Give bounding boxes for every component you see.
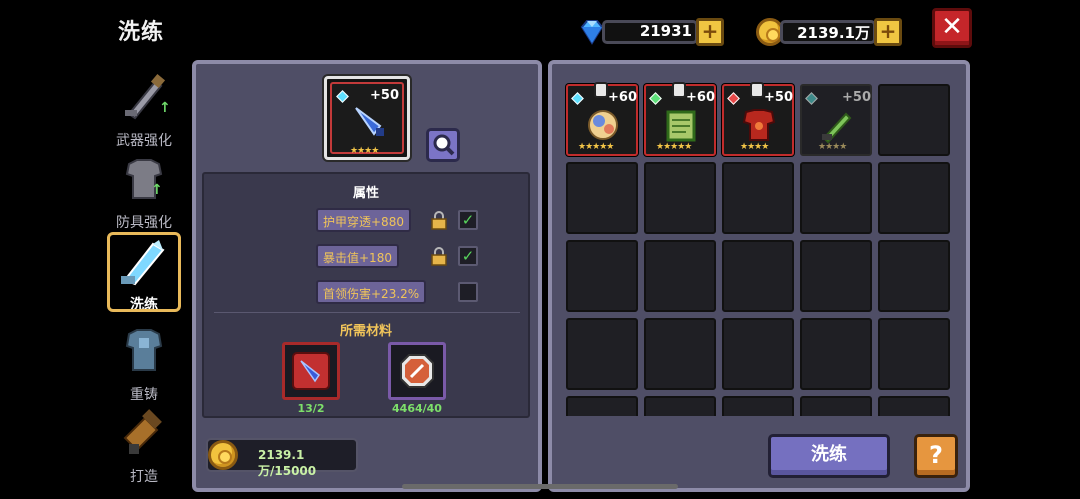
item-level: +50: [370, 88, 399, 103]
inventory-slot[interactable]: [800, 318, 872, 390]
green-scroll-icon: [666, 110, 696, 142]
star-rating: ★★★★: [350, 146, 379, 156]
inventory-slot[interactable]: [722, 162, 794, 234]
nav-label: 武器强化: [116, 133, 172, 149]
inventory-slot[interactable]: [644, 396, 716, 416]
item-level: +50: [842, 90, 871, 105]
star-rating: ★★★★★: [656, 142, 692, 152]
help-button[interactable]: ?: [914, 434, 958, 478]
lock-icon[interactable]: [430, 210, 448, 230]
attributes-title: 属性: [352, 186, 379, 201]
material-count: 4464/40: [392, 402, 442, 415]
blue-gem-icon: [571, 92, 584, 105]
add-gems-button[interactable]: +: [696, 18, 724, 46]
weapon-material-icon: [292, 352, 330, 390]
inventory-slot[interactable]: [644, 162, 716, 234]
inventory-slot[interactable]: +60 ★★★★★: [566, 82, 638, 156]
inventory-slot[interactable]: [644, 240, 716, 312]
attribute-checkbox[interactable]: ✓: [458, 210, 478, 230]
forge-icon: [115, 408, 173, 466]
attribute-checkbox[interactable]: ✓: [458, 246, 478, 266]
nav-weapon-upgrade[interactable]: ↑ 武器强化: [105, 72, 183, 150]
inventory-slot[interactable]: +60 ★★★★★: [644, 82, 716, 156]
nav-label: 重铸: [130, 387, 158, 403]
red-gem-icon: [727, 92, 740, 105]
sword-upgrade-icon: ↑: [115, 72, 173, 130]
cost-text: 2139.1万/15000: [258, 448, 317, 478]
material-slot[interactable]: [388, 342, 446, 400]
star-rating: ★★★★: [818, 142, 847, 152]
inventory-slot[interactable]: [722, 396, 794, 416]
inventory-slot[interactable]: [722, 240, 794, 312]
red-armor-icon: [742, 109, 776, 141]
inventory-slot[interactable]: [566, 162, 638, 234]
star-rating: ★★★★: [740, 142, 769, 152]
inventory-slot[interactable]: [878, 162, 950, 234]
green-gem-icon: [649, 92, 662, 105]
nav-label: 打造: [130, 469, 158, 485]
inventory-slot[interactable]: [878, 84, 950, 156]
inventory-grid: +60 ★★★★★ +60 ★★★★★ +50 ★★★★ +50 ★★★★: [562, 80, 956, 416]
lock-badge-icon: [750, 82, 764, 98]
green-sword-icon: [822, 112, 852, 144]
materials-title: 所需材料: [339, 324, 392, 339]
refine-icon: [115, 236, 173, 294]
inventory-slot[interactable]: [644, 318, 716, 390]
inventory-slot[interactable]: [800, 396, 872, 416]
gold-count: 2139.1万: [797, 24, 870, 42]
page-title: 洗练: [118, 20, 165, 45]
attribute-row: 护甲穿透+880: [316, 208, 411, 232]
gold-currency: 2139.1万 +: [756, 18, 902, 46]
teal-gem-icon: [805, 92, 818, 105]
blue-gem-icon: [336, 90, 349, 103]
selected-item-slot[interactable]: +50 ★★★★: [324, 76, 410, 160]
attributes-box: 属性 护甲穿透+880 ✓ 暴击值+180 ✓ 首领伤害+23.2% 所需材料 …: [202, 172, 530, 418]
home-indicator: [402, 484, 678, 489]
inventory-slot[interactable]: [566, 240, 638, 312]
inventory-slot[interactable]: [800, 162, 872, 234]
add-gold-button[interactable]: +: [874, 18, 902, 46]
inventory-slot[interactable]: +50 ★★★★: [800, 84, 872, 156]
item-level: +60: [686, 90, 715, 105]
nav-forge[interactable]: 打造: [105, 408, 183, 486]
inventory-slot[interactable]: [878, 240, 950, 312]
recast-icon: [115, 326, 173, 384]
svg-text:↑: ↑: [159, 100, 171, 116]
drill-lance-icon: [355, 107, 384, 136]
inventory-slot[interactable]: [878, 396, 950, 416]
inventory-slot[interactable]: [878, 318, 950, 390]
inventory-slot[interactable]: [566, 396, 638, 416]
lock-icon[interactable]: [430, 246, 448, 266]
nav-refine[interactable]: 洗练: [105, 232, 183, 314]
item-level: +60: [608, 90, 637, 105]
star-rating: ★★★★★: [578, 142, 614, 152]
svg-text:↑: ↑: [151, 182, 163, 198]
refine-button[interactable]: 洗练: [768, 434, 890, 478]
rainbow-orb-icon: [588, 110, 618, 140]
material-slot[interactable]: [282, 342, 340, 400]
attribute-row: 暴击值+180: [316, 244, 399, 268]
inventory-slot[interactable]: [566, 318, 638, 390]
magnifier-icon: [433, 134, 455, 156]
gem-currency: 21931 +: [578, 18, 724, 46]
lock-badge-icon: [594, 82, 608, 98]
nav-recast[interactable]: 重铸: [105, 326, 183, 404]
attribute-checkbox[interactable]: [458, 282, 478, 302]
inspect-button[interactable]: [426, 128, 460, 162]
nav-label: 防具强化: [116, 215, 172, 231]
item-level: +50: [764, 90, 793, 105]
material-count: 13/2: [297, 402, 325, 415]
close-button[interactable]: ✕: [932, 8, 972, 48]
lock-badge-icon: [672, 82, 686, 98]
inventory-slot[interactable]: +50 ★★★★: [722, 82, 794, 156]
nav-armor-upgrade[interactable]: ↑ 防具强化: [105, 154, 183, 232]
inventory-slot[interactable]: [722, 318, 794, 390]
attribute-row: 首领伤害+23.2%: [316, 280, 427, 304]
cost-bar: 2139.1万/15000: [206, 438, 358, 478]
refine-stone-icon: [400, 354, 434, 388]
armor-upgrade-icon: ↑: [115, 154, 173, 212]
inventory-slot[interactable]: [800, 240, 872, 312]
gold-coin-icon: [208, 440, 238, 470]
gem-count: 21931: [639, 22, 692, 40]
